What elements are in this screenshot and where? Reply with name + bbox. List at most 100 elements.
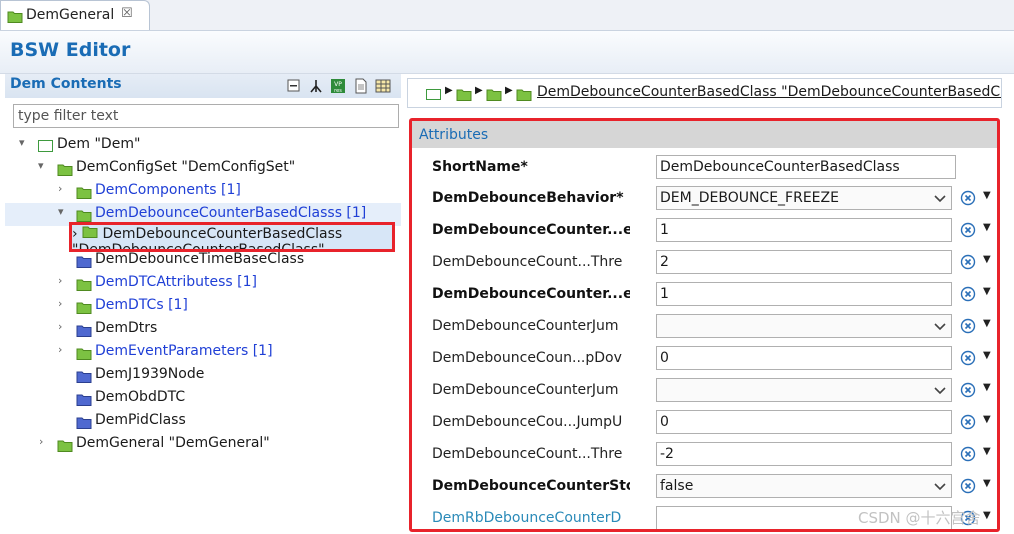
- clear-value-icon[interactable]: [960, 478, 976, 494]
- attr-row-9: DemDebounceCou...JumpU 0 ▼: [412, 407, 997, 437]
- clear-value-icon[interactable]: [960, 286, 976, 302]
- tree-item-demdtcs[interactable]: › DemDTCs [1]: [5, 295, 401, 318]
- tree-item-label: DemDebounceCounterBasedClasss [1]: [95, 205, 367, 221]
- attr-label: ShortName*: [432, 159, 528, 175]
- folder-icon: [76, 371, 92, 383]
- breadcrumb-separator-icon: ▶: [445, 85, 453, 96]
- dropdown-arrow-icon[interactable]: ▼: [983, 478, 991, 489]
- folder-icon: [76, 187, 92, 199]
- folder-icon[interactable]: [486, 88, 502, 101]
- tree-item-selected-demdebouncecounterbasedclass[interactable]: › DemDebounceCounterBasedClass "DemDebou…: [69, 222, 395, 252]
- clear-value-icon[interactable]: [960, 222, 976, 238]
- dropdown-arrow-icon[interactable]: ▼: [983, 382, 991, 393]
- clear-value-icon[interactable]: [960, 190, 976, 206]
- dropdown-arrow-icon[interactable]: ▼: [983, 190, 991, 201]
- dropdown-arrow-icon[interactable]: ▼: [983, 446, 991, 457]
- attr-label: DemRbDebounceCounterD: [432, 510, 622, 526]
- close-icon[interactable]: ☒: [121, 6, 133, 21]
- clear-value-icon[interactable]: [960, 318, 976, 334]
- chevron-down-icon[interactable]: [931, 189, 949, 207]
- tab-demgeneral[interactable]: DemGeneral ☒: [0, 0, 150, 30]
- attr-value-input[interactable]: -2: [656, 442, 952, 466]
- clear-value-icon[interactable]: [960, 382, 976, 398]
- tree-item-demdebouncetimebaseclass[interactable]: DemDebounceTimeBaseClass: [5, 249, 401, 272]
- attr-label: DemDebounceCou...JumpU: [432, 414, 623, 430]
- folder-icon: [516, 89, 532, 101]
- module-icon[interactable]: [426, 89, 441, 100]
- tree-item-demj1939node[interactable]: DemJ1939Node: [5, 364, 401, 387]
- clear-value-icon[interactable]: [960, 350, 976, 366]
- attr-row-8: DemDebounceCounterJum ▼: [412, 375, 997, 405]
- attr-label: DemDebounceCounterJum: [432, 382, 619, 398]
- clear-value-icon[interactable]: [960, 414, 976, 430]
- attr-row-7: DemDebounceCoun...pDov 0 ▼: [412, 343, 997, 373]
- folder-icon[interactable]: [456, 88, 472, 101]
- attr-label: DemDebounceCoun...pDov: [432, 350, 622, 366]
- attr-value-select[interactable]: [656, 378, 952, 402]
- dropdown-arrow-icon[interactable]: ▼: [983, 510, 991, 521]
- tree-item-demobddtc[interactable]: DemObdDTC: [5, 387, 401, 410]
- collapsed-chevron-icon[interactable]: ›: [58, 343, 62, 356]
- breadcrumb-current-link[interactable]: DemDebounceCounterBasedClass "DemDebounc…: [537, 84, 1001, 100]
- tree-item-demgeneral[interactable]: › DemGeneral "DemGeneral": [5, 433, 401, 456]
- table-view-icon[interactable]: [375, 78, 391, 94]
- dropdown-arrow-icon[interactable]: ▼: [983, 254, 991, 265]
- panel-header: Dem Contents VP res: [5, 74, 401, 98]
- watermark: CSDN @十六宫舍: [858, 509, 981, 527]
- collapsed-chevron-icon[interactable]: ›: [58, 320, 62, 333]
- dropdown-arrow-icon[interactable]: ▼: [983, 414, 991, 425]
- attr-value-input[interactable]: 1: [656, 282, 952, 306]
- chevron-down-icon[interactable]: [931, 381, 949, 399]
- folder-icon: [76, 348, 92, 360]
- collapse-all-icon[interactable]: [286, 78, 302, 94]
- vp-res-icon[interactable]: VPres: [330, 78, 346, 94]
- dropdown-arrow-icon[interactable]: ▼: [983, 318, 991, 329]
- tree-item-label: DemEventParameters [1]: [95, 343, 273, 359]
- attr-value-input[interactable]: 1: [656, 218, 952, 242]
- tree-item-label: DemComponents [1]: [95, 182, 241, 198]
- expanded-chevron-icon[interactable]: ▾: [58, 205, 64, 218]
- tree-item-label: DemDebounceTimeBaseClass: [95, 251, 305, 267]
- folder-icon: [76, 256, 92, 268]
- collapsed-chevron-icon[interactable]: ›: [72, 226, 78, 242]
- shortname-input[interactable]: DemDebounceCounterBasedClass: [656, 155, 956, 179]
- dropdown-arrow-icon[interactable]: ▼: [983, 286, 991, 297]
- attr-value-input[interactable]: 0: [656, 410, 952, 434]
- dropdown-arrow-icon[interactable]: ▼: [983, 222, 991, 233]
- collapsed-chevron-icon[interactable]: ›: [39, 435, 43, 448]
- select-value: DEM_DEBOUNCE_FREEZE: [660, 190, 839, 206]
- attr-value-select[interactable]: [656, 314, 952, 338]
- tree-item-demconfigset[interactable]: ▾ DemConfigSet "DemConfigSet": [5, 157, 401, 180]
- expanded-chevron-icon[interactable]: ▾: [38, 159, 44, 172]
- collapsed-chevron-icon[interactable]: ›: [58, 297, 62, 310]
- tree-item-demdtcattributess[interactable]: › DemDTCAttributess [1]: [5, 272, 401, 295]
- tree-item-demcomponents[interactable]: › DemComponents [1]: [5, 180, 401, 203]
- svg-text:res: res: [334, 88, 342, 94]
- clear-value-icon[interactable]: [960, 254, 976, 270]
- attr-value-input[interactable]: 0: [656, 346, 952, 370]
- chevron-down-icon[interactable]: [931, 477, 949, 495]
- tree-item-dem[interactable]: ▾ Dem "Dem": [5, 134, 401, 157]
- chevron-down-icon[interactable]: [931, 317, 949, 335]
- debounce-behavior-select[interactable]: DEM_DEBOUNCE_FREEZE: [656, 186, 952, 210]
- collapsed-chevron-icon[interactable]: ›: [58, 274, 62, 287]
- folder-icon: [76, 210, 92, 222]
- attr-row-3: DemDebounceCounter...e 1 ▼: [412, 215, 997, 245]
- attr-value-select[interactable]: false: [656, 474, 952, 498]
- tree-item-demeventparameters[interactable]: › DemEventParameters [1]: [5, 341, 401, 364]
- hierarchy-icon[interactable]: [308, 78, 324, 94]
- attr-label: DemDebounceCounterJum: [432, 318, 619, 334]
- clear-value-icon[interactable]: [960, 446, 976, 462]
- expanded-chevron-icon[interactable]: ▾: [19, 136, 25, 149]
- collapsed-chevron-icon[interactable]: ›: [58, 182, 62, 195]
- attr-value-input[interactable]: 2: [656, 250, 952, 274]
- filter-input[interactable]: [13, 104, 399, 128]
- tree-item-dempidclass[interactable]: DemPidClass: [5, 410, 401, 433]
- dropdown-arrow-icon[interactable]: ▼: [983, 350, 991, 361]
- document-icon[interactable]: [353, 78, 369, 94]
- folder-icon: [57, 440, 73, 452]
- select-value: false: [660, 478, 694, 494]
- folder-icon: [7, 11, 23, 23]
- attributes-title: Attributes: [419, 127, 489, 143]
- tree-item-demdtrs[interactable]: › DemDtrs: [5, 318, 401, 341]
